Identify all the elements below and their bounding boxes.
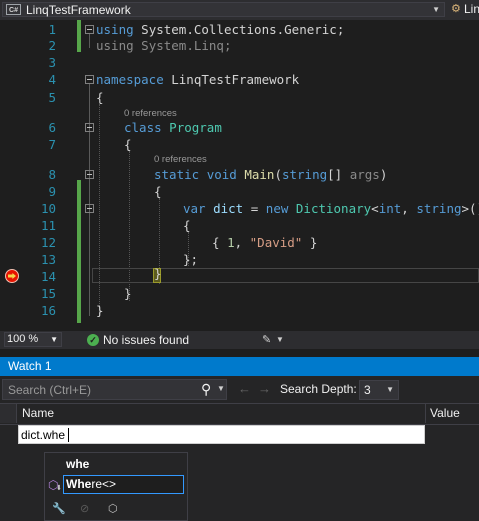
code-line-1: using System.Collections.Generic;	[96, 22, 345, 37]
search-depth-label: Search Depth:	[280, 382, 357, 396]
codelens-references[interactable]: 0 references	[124, 108, 177, 119]
csharp-project-icon: C#	[6, 4, 21, 15]
search-placeholder: Search (Ctrl+E)	[8, 383, 92, 397]
completion-item-label[interactable]: Where<>	[66, 477, 116, 491]
project-dropdown[interactable]: C# LinqTestFramework ▼	[2, 2, 445, 17]
watch-search-input[interactable]: Search (Ctrl+E) ⚲ ▼	[2, 379, 227, 400]
line-number: 7	[48, 137, 56, 152]
code-line-15: }	[124, 286, 132, 301]
watch-grid-header	[0, 403, 479, 425]
line-number: 5	[48, 90, 56, 105]
line-number: 2	[48, 38, 56, 53]
zoom-dropdown[interactable]: 100 % ▼	[4, 332, 62, 347]
wrench-filter-icon[interactable]: 🔧	[52, 502, 66, 515]
current-line-highlight	[92, 268, 479, 283]
code-line-6: class Program	[124, 120, 222, 135]
column-separator[interactable]	[425, 404, 426, 423]
zoom-value: 100 %	[7, 333, 39, 345]
line-number: 9	[48, 184, 56, 199]
codelens-references[interactable]: 0 references	[154, 154, 207, 165]
line-number: 14	[40, 269, 56, 284]
column-header-name[interactable]: Name	[22, 406, 54, 420]
line-number: 12	[40, 235, 56, 250]
change-bar	[77, 180, 81, 323]
code-line-11: {	[183, 218, 191, 233]
line-number: 6	[48, 120, 56, 135]
collapse-icon[interactable]	[85, 204, 94, 213]
outline-line	[89, 84, 90, 316]
extension-method-filter-icon[interactable]: ⬡	[108, 502, 118, 515]
line-number: 13	[40, 252, 56, 267]
code-line-16: }	[96, 303, 104, 318]
type-dropdown[interactable]: ⚙ Lin	[449, 2, 479, 17]
collapse-icon[interactable]	[85, 25, 94, 34]
code-cleanup-icon[interactable]: ✎	[262, 333, 271, 346]
code-line-9: {	[154, 184, 162, 199]
watch-tab-header	[0, 357, 479, 376]
code-line-4: namespace LinqTestFramework	[96, 72, 300, 87]
project-name: LinqTestFramework	[26, 3, 131, 17]
code-editor[interactable]: 1 2 3 4 5 6 7 8 9 10 11 12 13 14 15 16 u…	[0, 20, 479, 331]
chevron-down-icon[interactable]: ▼	[276, 333, 284, 347]
chevron-down-icon: ▼	[432, 5, 440, 14]
code-line-5: {	[96, 90, 104, 105]
issues-status[interactable]: No issues found	[103, 333, 189, 347]
search-depth-value: 3	[364, 383, 371, 397]
line-number: 8	[48, 167, 56, 182]
line-number: 16	[40, 303, 56, 318]
change-bar	[77, 20, 81, 52]
code-line-7: {	[124, 137, 132, 152]
line-number: 15	[40, 286, 56, 301]
watch-expression-input[interactable]: dict.whe	[18, 425, 425, 444]
breakpoint-current-statement-icon[interactable]	[5, 269, 19, 283]
code-line-10: var dict = new Dictionary<int, string>()	[183, 201, 479, 216]
line-number: 11	[40, 218, 56, 233]
field-filter-icon[interactable]: ⊘	[80, 502, 89, 515]
chevron-down-icon: ▼	[50, 335, 58, 344]
collapse-icon[interactable]	[85, 170, 94, 179]
extension-method-icon: ⬡ ⬇	[48, 478, 62, 492]
editor-status-bar	[0, 331, 479, 349]
line-number: 3	[48, 55, 56, 70]
code-line-13: };	[183, 252, 199, 267]
collapse-icon[interactable]	[85, 123, 94, 132]
search-previous-icon[interactable]: ←	[238, 381, 251, 396]
text-caret	[68, 428, 69, 442]
check-icon[interactable]: ✓	[87, 334, 99, 346]
watch-expression-text: dict.whe	[21, 428, 66, 442]
line-number: 1	[48, 22, 56, 37]
code-line-8: static void Main(string[] args)	[154, 167, 388, 182]
code-line-14: }	[154, 266, 162, 281]
chevron-down-icon: ▼	[386, 385, 394, 394]
code-line-2: using System.Linq;	[96, 38, 232, 53]
outline-line	[89, 34, 90, 48]
collapse-icon[interactable]	[85, 75, 94, 84]
search-icon[interactable]: ⚲	[201, 381, 211, 398]
type-name: Lin	[464, 2, 479, 16]
class-icon: ⚙	[451, 3, 461, 15]
line-number: 10	[40, 201, 56, 216]
watch-title[interactable]: Watch 1	[8, 359, 52, 374]
search-next-icon[interactable]: →	[258, 381, 271, 396]
column-header-value[interactable]: Value	[430, 406, 460, 420]
intellisense-header: whe	[66, 457, 90, 471]
chevron-down-icon[interactable]: ▼	[217, 384, 225, 393]
code-line-12: { 1, "David" }	[212, 235, 318, 250]
line-number: 4	[48, 72, 56, 87]
search-depth-dropdown[interactable]: 3 ▼	[359, 380, 399, 400]
header-corner	[0, 404, 17, 423]
